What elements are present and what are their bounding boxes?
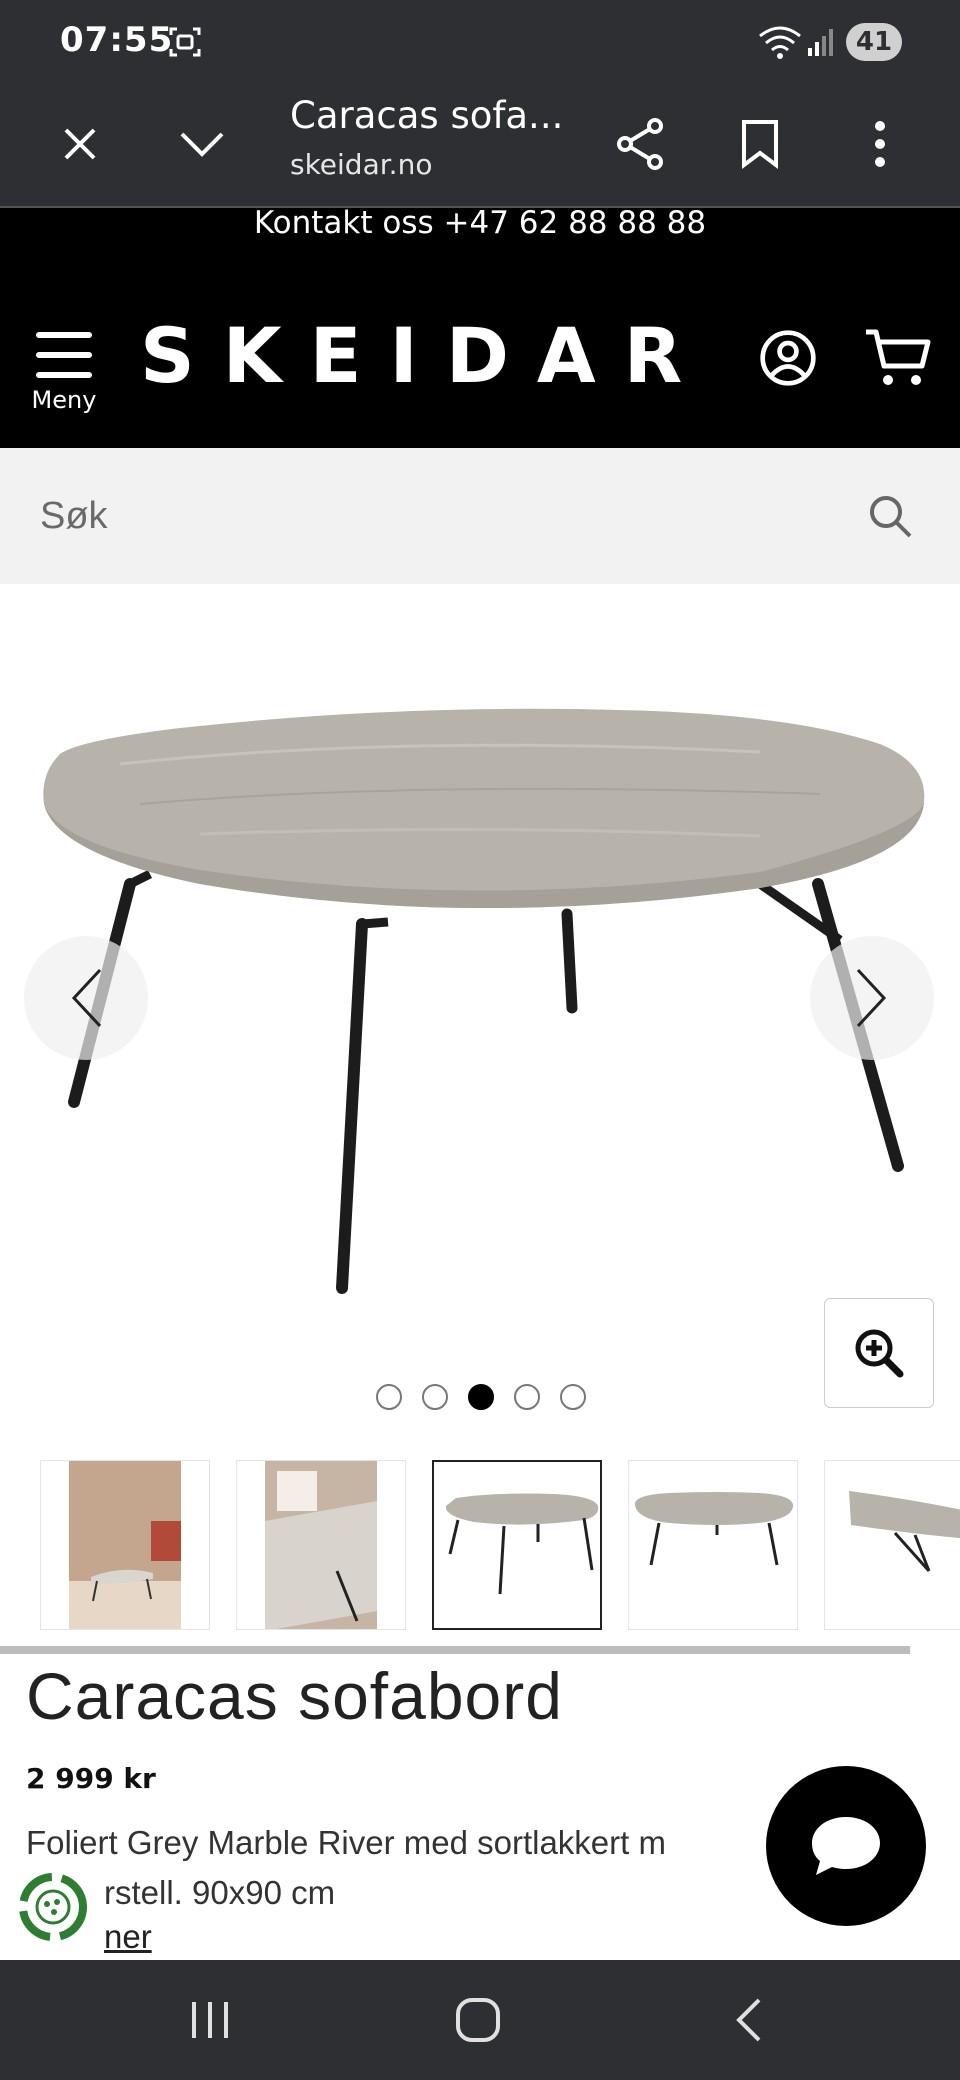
zoom-button[interactable]	[824, 1298, 934, 1408]
recent-apps-icon	[192, 2002, 228, 2038]
gallery-dot[interactable]	[560, 1384, 586, 1410]
chat-bubble-icon	[812, 1817, 880, 1875]
recent-apps-button[interactable]	[170, 1990, 250, 2050]
thumbnail-scrollbar[interactable]	[0, 1646, 910, 1654]
thumbnail[interactable]	[236, 1460, 406, 1630]
close-icon[interactable]	[48, 112, 112, 176]
signal-icon	[808, 29, 833, 56]
battery-indicator: 41	[846, 23, 902, 61]
thumbnail-strip	[40, 1460, 960, 1630]
page-title: Caracas sofa...	[290, 94, 564, 137]
product-price: 2 999 kr	[26, 1762, 156, 1795]
chat-button[interactable]	[766, 1766, 926, 1926]
menu-label: Meny	[31, 386, 97, 414]
gallery-dot-active[interactable]	[468, 1384, 494, 1410]
status-time: 07:55	[60, 20, 174, 60]
account-icon[interactable]	[756, 328, 820, 388]
contact-bar[interactable]: Kontakt oss +47 62 88 88 88	[0, 208, 960, 268]
previous-image-button[interactable]	[24, 936, 148, 1060]
share-icon[interactable]	[608, 112, 672, 176]
status-bar: 07:55 41	[0, 0, 960, 82]
bookmark-icon[interactable]	[728, 112, 792, 176]
product-gallery	[0, 584, 960, 1444]
thumbnail-selected[interactable]	[432, 1460, 602, 1630]
search-bar	[0, 448, 960, 584]
gallery-dot[interactable]	[376, 1384, 402, 1410]
thumbnail[interactable]	[824, 1460, 960, 1630]
menu-button[interactable]: Meny	[28, 330, 100, 426]
thumbnail[interactable]	[628, 1460, 798, 1630]
product-title: Caracas sofabord	[26, 1659, 563, 1733]
chevron-left-icon	[71, 968, 102, 1028]
thumbnail[interactable]	[40, 1460, 210, 1630]
product-description: Foliert Grey Marble River med sortlakker…	[26, 1818, 786, 1918]
read-more-link[interactable]: ner	[104, 1918, 152, 1956]
back-icon	[736, 1998, 761, 2042]
gallery-dot[interactable]	[422, 1384, 448, 1410]
recycle-badge-icon[interactable]	[16, 1870, 90, 1944]
system-nav-bar	[0, 1960, 960, 2080]
browser-toolbar: Caracas sofa... skeidar.no	[0, 82, 960, 208]
hamburger-icon	[36, 332, 92, 378]
description-line-2: rstell. 90x90 cm	[104, 1874, 336, 1911]
description-line-1: Foliert Grey Marble River med sortlakker…	[26, 1824, 666, 1861]
chevron-right-icon	[856, 968, 887, 1028]
back-button[interactable]	[708, 1990, 788, 2050]
page-url: skeidar.no	[290, 148, 433, 181]
search-input[interactable]	[40, 482, 820, 550]
search-icon[interactable]	[866, 492, 914, 540]
more-options-icon[interactable]	[848, 112, 912, 176]
home-icon	[456, 1998, 500, 2042]
site-logo[interactable]: SKEIDAR	[140, 318, 710, 394]
gallery-dot[interactable]	[514, 1384, 540, 1410]
chevron-down-icon[interactable]	[170, 112, 234, 176]
site-header: Meny SKEIDAR	[0, 268, 960, 448]
cart-icon[interactable]	[864, 326, 932, 388]
zoom-in-icon	[855, 1329, 904, 1378]
screenshot-icon	[169, 27, 201, 57]
wifi-icon	[759, 26, 801, 59]
next-image-button[interactable]	[810, 936, 934, 1060]
home-button[interactable]	[438, 1990, 518, 2050]
gallery-dots	[376, 1384, 586, 1412]
